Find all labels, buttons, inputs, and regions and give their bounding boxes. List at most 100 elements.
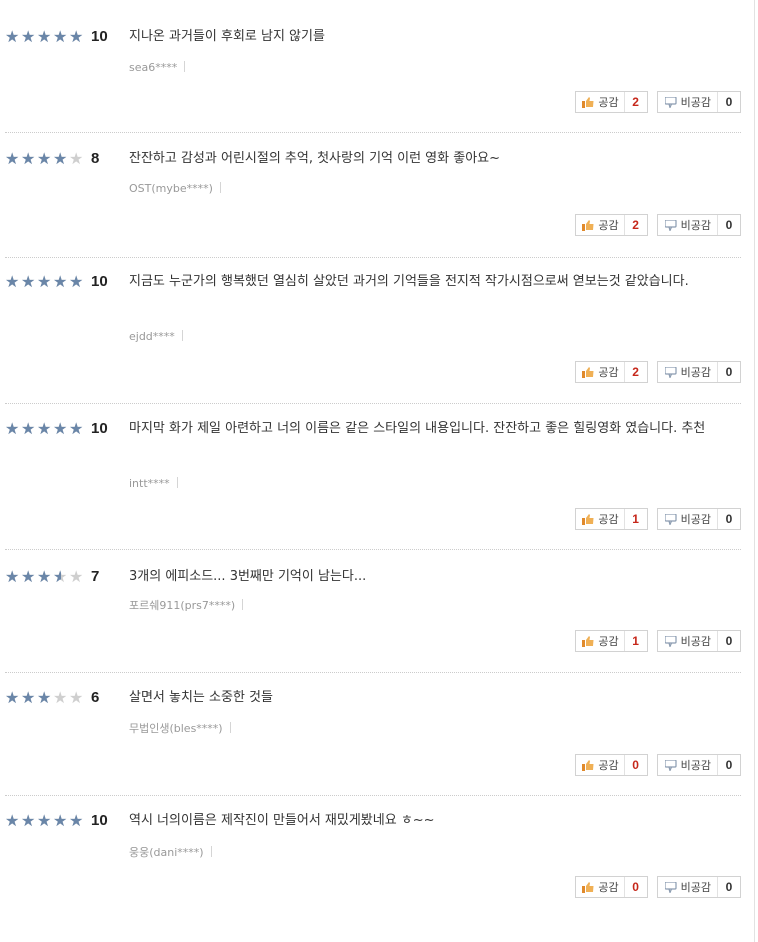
star-icon: ★	[69, 688, 84, 707]
dislike-button[interactable]: 비공감 0	[656, 508, 741, 530]
scrollbar-track-edge	[754, 0, 755, 942]
star-icon: ★ ★	[5, 811, 20, 830]
like-label: 공감	[598, 96, 619, 109]
star-fill: ★	[53, 421, 68, 437]
star-fill: ★	[21, 690, 36, 706]
review-author[interactable]: OST(mybe****)	[129, 182, 221, 196]
dislike-label: 비공감	[680, 759, 711, 772]
thumbs-down-icon	[664, 96, 677, 108]
star-fill: ★	[53, 813, 68, 829]
dislike-label: 비공감	[680, 881, 711, 894]
star-fill: ★	[37, 569, 52, 585]
author-name[interactable]: 웅웅(dani****)	[129, 846, 204, 859]
review-divider	[5, 403, 741, 404]
star-icon: ★ ★	[21, 567, 36, 586]
like-button[interactable]: 공감 2	[575, 214, 648, 236]
dislike-button[interactable]: 비공감 0	[656, 630, 741, 652]
thumbs-down-icon	[664, 635, 677, 647]
review-author[interactable]: 무법인생(bles****)	[129, 722, 231, 736]
star-fill: ★	[53, 274, 68, 290]
star-fill: ★	[37, 151, 52, 167]
like-button[interactable]: 공감 1	[575, 630, 648, 652]
review-divider	[5, 132, 741, 133]
star-icon: ★ ★	[37, 272, 52, 291]
vote-buttons: 공감 0 비공감 0	[575, 754, 741, 776]
author-name[interactable]: 무법인생(bles****)	[129, 722, 223, 735]
dislike-button[interactable]: 비공감 0	[656, 754, 741, 776]
star-icon: ★ ★	[21, 27, 36, 46]
dislike-button[interactable]: 비공감 0	[656, 214, 741, 236]
star-fill: ★	[69, 813, 84, 829]
star-icon: ★ ★	[21, 688, 36, 707]
like-count: 1	[632, 634, 639, 648]
like-count: 0	[632, 758, 639, 772]
thumbs-up-icon	[582, 513, 594, 525]
review-author[interactable]: 포르쉐911(prs7****)	[129, 599, 244, 613]
dislike-button[interactable]: 비공감 0	[656, 91, 741, 113]
star-fill: ★	[21, 421, 36, 437]
star-icon: ★ ★	[5, 149, 20, 168]
vote-buttons: 공감 2 비공감 0	[575, 214, 741, 236]
star-icon: ★ ★	[53, 272, 68, 291]
dislike-count: 0	[725, 758, 733, 772]
like-count: 2	[632, 365, 639, 379]
star-icon: ★ ★	[69, 419, 84, 438]
dislike-count: 0	[725, 880, 733, 894]
review-divider	[5, 257, 741, 258]
author-name[interactable]: intt****	[129, 477, 170, 490]
thumbs-down-icon	[664, 881, 677, 893]
star-fill: ★	[5, 569, 20, 585]
author-name[interactable]: 포르쉐911(prs7****)	[129, 599, 235, 612]
review-score: 6	[91, 689, 100, 706]
star-fill: ★	[37, 813, 52, 829]
separator	[219, 182, 221, 193]
review-score: 8	[91, 150, 100, 167]
dislike-count: 0	[725, 218, 733, 232]
like-button[interactable]: 공감 2	[575, 361, 648, 383]
dislike-label: 비공감	[680, 513, 711, 526]
star-rating: ★ ★ ★ ★ ★ ★ ★ ★ ★ ★	[5, 420, 85, 438]
review-text: 살면서 놓치는 소중한 것들	[129, 690, 273, 705]
like-button[interactable]: 공감 2	[575, 91, 648, 113]
review-divider	[5, 795, 741, 796]
dislike-button[interactable]: 비공감 0	[656, 876, 741, 898]
review-score: 10	[91, 273, 108, 290]
star-rating: ★ ★ ★ ★ ★ ★ ★ ★ ★ ★	[5, 273, 85, 291]
like-button[interactable]: 공감 0	[575, 754, 648, 776]
dislike-count: 0	[725, 512, 733, 526]
review-author[interactable]: ejdd****	[129, 330, 183, 344]
review-score: 10	[91, 28, 108, 45]
star-rating: ★ ★ ★ ★ ★ ★ ★ ★ ★ ★	[5, 28, 85, 46]
like-button[interactable]: 공감 1	[575, 508, 648, 530]
separator	[242, 599, 244, 610]
review-author[interactable]: sea6****	[129, 61, 186, 75]
dislike-button[interactable]: 비공감 0	[656, 361, 741, 383]
review-author[interactable]: 웅웅(dani****)	[129, 846, 212, 860]
star-fill: ★	[21, 29, 36, 45]
like-button[interactable]: 공감 0	[575, 876, 648, 898]
star-icon: ★ ★	[5, 419, 20, 438]
review-text: 3개의 에피소드... 3번째만 기억이 남는다...	[129, 569, 367, 584]
star-fill: ★	[21, 151, 36, 167]
thumbs-up-icon	[582, 96, 594, 108]
like-label: 공감	[598, 366, 619, 379]
author-name[interactable]: ejdd****	[129, 330, 175, 343]
star-icon: ★ ★	[53, 149, 68, 168]
author-name[interactable]: sea6****	[129, 61, 177, 74]
star-fill: ★	[5, 29, 20, 45]
vote-buttons: 공감 0 비공감 0	[575, 876, 741, 898]
review-score: 7	[91, 568, 100, 585]
star-icon: ★ ★	[21, 149, 36, 168]
star-icon: ★ ★	[53, 27, 68, 46]
review-author[interactable]: intt****	[129, 477, 178, 491]
separator	[184, 61, 186, 72]
star-fill: ★	[69, 29, 84, 45]
vote-buttons: 공감 1 비공감 0	[575, 508, 741, 530]
review-score: 10	[91, 812, 108, 829]
thumbs-up-icon	[582, 366, 594, 378]
review-text: 마지막 화가 제일 아련하고 너의 이름은 같은 스타일의 내용입니다. 잔잔하…	[129, 421, 706, 436]
author-name[interactable]: OST(mybe****)	[129, 182, 213, 195]
dislike-label: 비공감	[680, 219, 711, 232]
review-text: 지나온 과거들이 후회로 남지 않기를	[129, 29, 325, 44]
star-icon: ★	[69, 149, 84, 168]
